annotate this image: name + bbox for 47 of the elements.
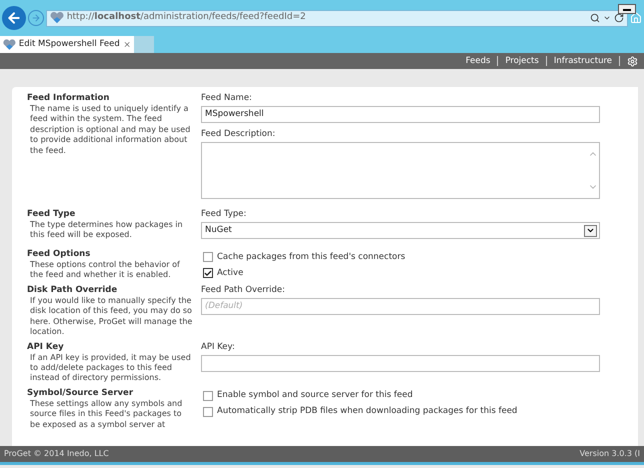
section-description: These settings allow any symbols and source files in this Feed's packages to be exposed as a symbol server at: [29, 398, 184, 430]
forward-arrow-icon: [30, 13, 41, 23]
section-description: The name is used to uniquely identify a feed within the system. The feed description is optional and may be used to provide additional information about the feed.: [29, 104, 192, 156]
checkbox-label: Active: [217, 266, 244, 280]
section-title: API Key: [27, 342, 65, 353]
back-arrow-icon: [6, 10, 22, 26]
checkbox[interactable]: [203, 390, 213, 401]
checkbox[interactable]: [203, 252, 213, 262]
site-logo-icon: [50, 12, 64, 24]
field-label: Feed Name:: [201, 93, 253, 103]
version-text: Version 3.0.3 (I: [580, 448, 640, 460]
dropdown-icon[interactable]: [603, 14, 612, 22]
checkbox-label: Enable symbol and source server for this feed: [217, 389, 413, 402]
field-label: Feed Description:: [201, 129, 276, 139]
section-description: If you would like to manually specify the disk location of this feed, you may do so here. Otherwise, ProGet will manage the location.: [29, 296, 194, 338]
nav-link[interactable]: Feeds: [458, 54, 498, 68]
section-title: Feed Information: [27, 93, 110, 104]
search-icon[interactable]: [590, 13, 600, 23]
checkbox-label: Cache packages from this feed's connectors: [217, 250, 406, 264]
refresh-icon[interactable]: [614, 13, 624, 23]
home-icon[interactable]: [630, 12, 642, 24]
checkbox[interactable]: [203, 406, 213, 417]
checkbox-label: Automatically strip PDB files when downloading packages for this feed: [217, 405, 518, 418]
section-title: Feed Options: [27, 249, 92, 260]
back-button[interactable]: [2, 6, 26, 30]
field-label: API Key:: [201, 342, 236, 352]
section-description: If an API key is provided, it may be used to add/delete packages to this feed instead of directory permissions.: [29, 352, 192, 384]
section-title: Feed Type: [27, 209, 76, 220]
field-label: Feed Type:: [201, 209, 248, 219]
nav-link[interactable]: Infrastructure: [546, 54, 619, 68]
site-logo-icon: [3, 38, 16, 50]
section-description: These options control the behavior of the feed and whether it is enabled.: [29, 260, 181, 281]
copyright-text: ProGet © 2014 Inedo, LLC: [4, 448, 109, 460]
browser-tab[interactable]: Edit MSpowershell Feed: [0, 36, 134, 53]
settings-icon[interactable]: [627, 56, 638, 66]
input-field[interactable]: MSpowershell: [201, 106, 600, 123]
section-title: Symbol/Source Server: [27, 388, 134, 399]
section-title: Disk Path Override: [27, 285, 118, 296]
checkbox[interactable]: [203, 268, 213, 278]
dropdown[interactable]: NuGet: [201, 222, 600, 239]
minimize-button[interactable]: [618, 4, 636, 14]
close-icon[interactable]: [122, 40, 131, 49]
nav-link[interactable]: Projects: [498, 54, 546, 68]
address-bar[interactable]: http://localhost/administration/feeds/feed?feedId=2: [46, 10, 628, 26]
forward-button[interactable]: [28, 10, 44, 26]
section-description: The type determines how packages in this feed will be exposed.: [29, 220, 184, 241]
field-label: Feed Path Override:: [201, 285, 286, 295]
